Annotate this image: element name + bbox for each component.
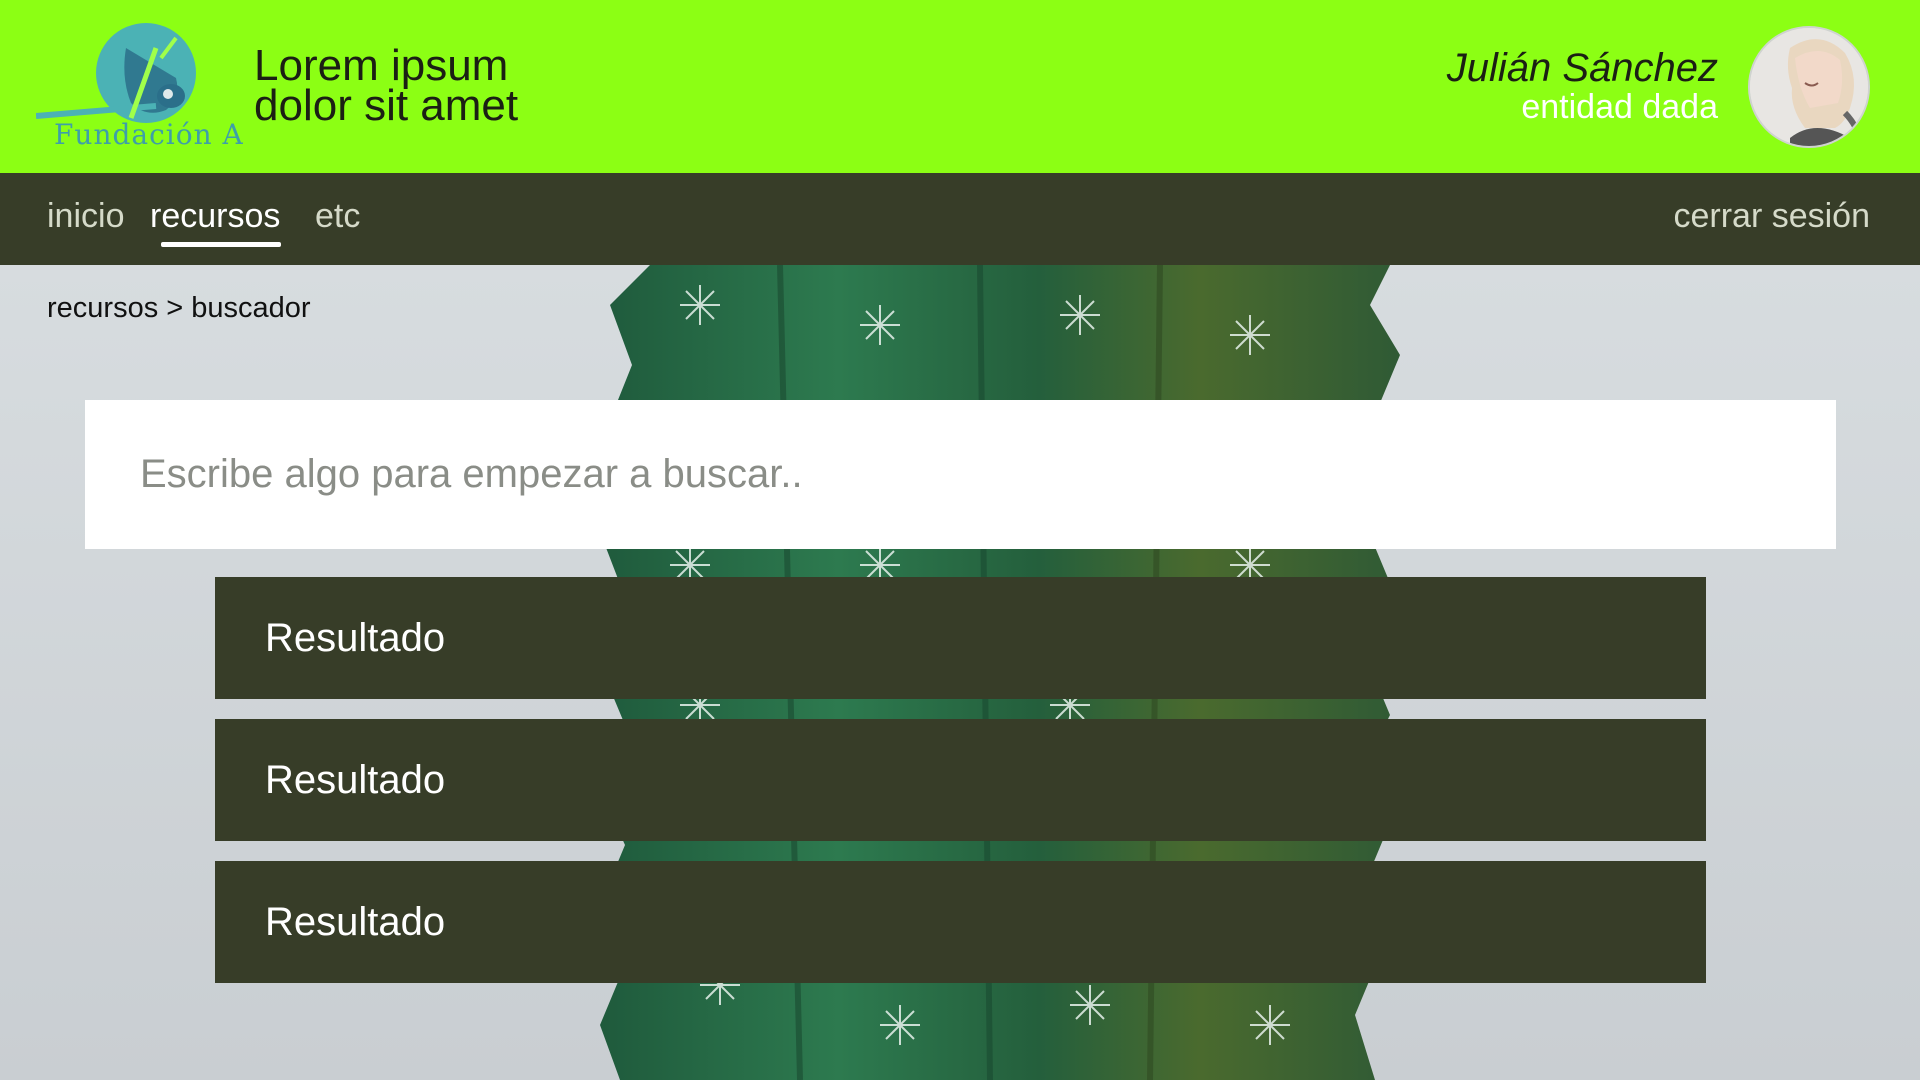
main-navigation: inicio recursos etc cerrar sesión	[0, 173, 1920, 265]
app-header: Fundación A Lorem ipsum dolor sit amet J…	[0, 0, 1920, 173]
fundacion-logo[interactable]: Fundación A	[36, 18, 244, 158]
result-item[interactable]: Resultado	[215, 577, 1706, 699]
logout-link[interactable]: cerrar sesión	[1673, 197, 1870, 236]
nav-item-inicio[interactable]: inicio	[47, 197, 124, 236]
breadcrumb: recursos > buscador	[47, 292, 311, 324]
logo-text: Fundación A	[54, 118, 244, 151]
user-entity: entidad dada	[1521, 88, 1718, 126]
active-tab-indicator	[161, 242, 281, 247]
site-title: Lorem ipsum dolor sit amet	[254, 41, 519, 130]
nav-item-recursos[interactable]: recursos	[150, 197, 280, 236]
site-title-line-1: Lorem ipsum	[254, 41, 509, 90]
result-item[interactable]: Resultado	[215, 861, 1706, 983]
result-item[interactable]: Resultado	[215, 719, 1706, 841]
user-avatar-icon	[1750, 28, 1868, 146]
search-input[interactable]	[85, 400, 1836, 549]
user-name: Julián Sánchez	[1446, 46, 1718, 90]
nav-item-etc[interactable]: etc	[315, 197, 360, 236]
user-info: Julián Sánchez entidad dada	[1447, 46, 1718, 124]
avatar[interactable]	[1748, 26, 1870, 148]
site-title-line-2: dolor sit amet	[254, 81, 519, 130]
